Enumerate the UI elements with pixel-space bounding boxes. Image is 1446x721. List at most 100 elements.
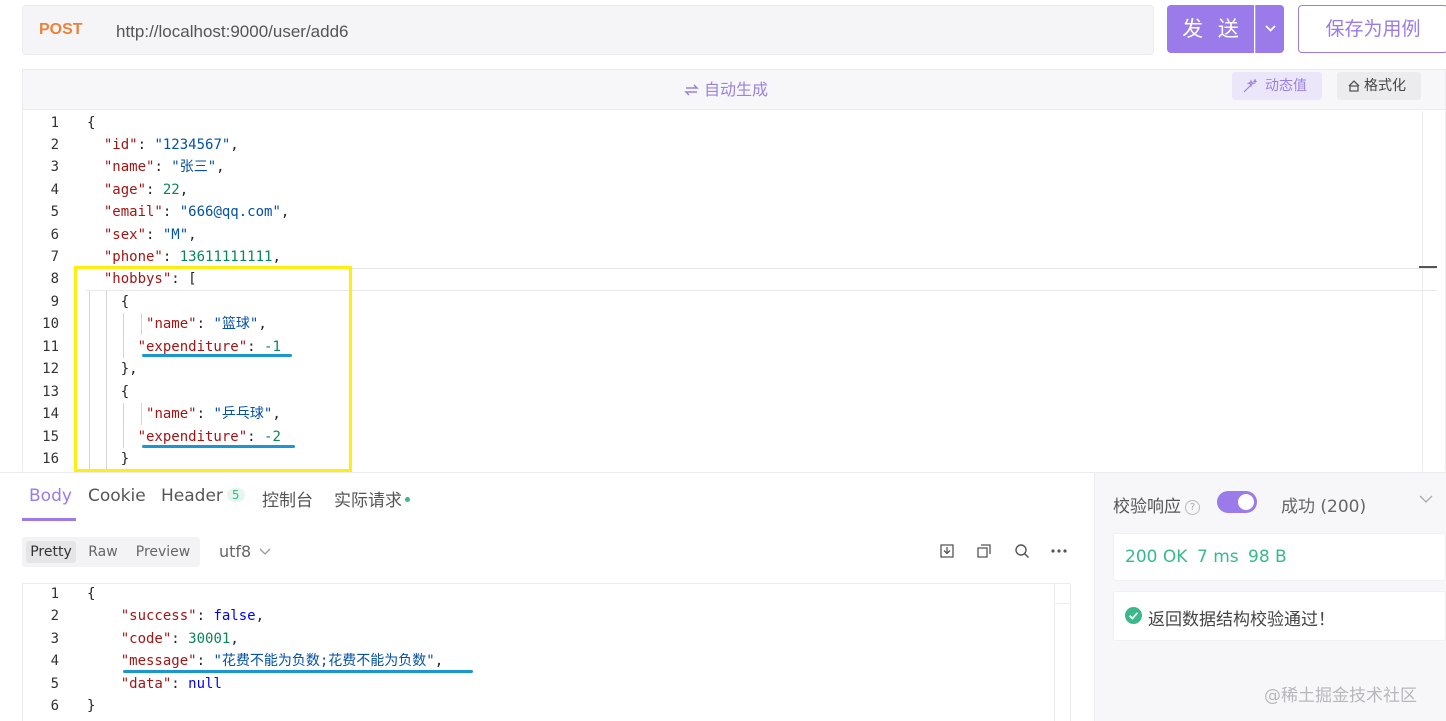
json-value: "张三" (171, 159, 217, 175)
json-key: "sex" (103, 227, 147, 243)
watermark: @稀土掘金技术社区 (1264, 686, 1417, 706)
json-key: "email" (103, 204, 163, 220)
active-tab-indicator (22, 518, 76, 521)
validate-label-text: 校验响应 (1113, 497, 1181, 517)
send-button[interactable]: 发 送 (1167, 5, 1254, 53)
chevron-down-icon (259, 548, 271, 555)
line-number: 3 (50, 631, 59, 647)
tab-actual-request[interactable]: 实际请求 (334, 486, 410, 511)
line-number: 11 (42, 339, 59, 355)
dynamic-value-label: 动态值 (1265, 78, 1307, 94)
send-options-button[interactable] (1255, 5, 1284, 53)
line-number: 9 (50, 294, 59, 310)
status-dot (405, 497, 410, 502)
line-number: 8 (50, 271, 59, 287)
more-icon[interactable] (1051, 549, 1067, 553)
method-select[interactable]: POST (39, 21, 83, 39)
json-key: "data" (120, 676, 172, 692)
format-icon (1348, 80, 1360, 92)
response-code[interactable]: 1{ 2 "success": false, 3 "code": 30001, … (23, 583, 1053, 721)
line-number: 14 (42, 406, 59, 422)
status-code: 200 OK (1125, 547, 1188, 567)
json-key: "success" (120, 608, 197, 624)
expected-status-select[interactable]: 成功 (200) (1281, 492, 1366, 517)
line-number: 3 (50, 159, 59, 175)
chevron-down-icon (1265, 25, 1276, 32)
scrollbar-marker (1419, 266, 1437, 268)
line-number: 4 (50, 653, 59, 669)
json-value: 30001 (188, 631, 231, 647)
line-number: 16 (42, 451, 59, 467)
json-key: "age" (103, 182, 147, 198)
line-number: 6 (50, 698, 59, 714)
editor-scrollbar[interactable] (1422, 111, 1436, 471)
dynamic-value-button[interactable]: 动态值 (1232, 72, 1322, 100)
json-value: "1234567" (154, 137, 231, 153)
annotation-underline (142, 445, 295, 448)
view-pretty[interactable]: Pretty (26, 541, 76, 563)
annotation-underline (123, 670, 473, 673)
json-value: null (188, 676, 222, 692)
tab-cookie[interactable]: Cookie (88, 486, 146, 506)
search-icon[interactable] (1014, 543, 1030, 559)
line-number: 5 (50, 676, 59, 692)
line-number: 12 (42, 361, 59, 377)
tab-header-label: Header (161, 486, 223, 506)
json-value: "M" (162, 227, 189, 243)
line-number: 2 (50, 137, 59, 153)
line-number: 6 (50, 227, 59, 243)
url-bar[interactable]: POST http://localhost:9000/user/add6 (22, 5, 1154, 55)
line-number: 7 (50, 249, 59, 265)
view-raw[interactable]: Raw (80, 541, 126, 563)
json-value: false (213, 608, 256, 624)
json-key: "phone" (103, 249, 163, 265)
response-scrollbar[interactable] (1054, 584, 1070, 721)
view-preview[interactable]: Preview (130, 541, 196, 563)
copy-icon[interactable] (976, 543, 992, 559)
validation-result-text: 返回数据结构校验通过！ (1148, 610, 1335, 630)
save-as-case-button[interactable]: 保存为用例 (1298, 5, 1446, 53)
format-button[interactable]: 格式化 (1337, 72, 1421, 100)
tab-console[interactable]: 控制台 (262, 486, 313, 511)
swap-icon (684, 84, 699, 96)
scrollbar-top (1055, 584, 1070, 604)
format-label: 格式化 (1364, 78, 1406, 94)
json-key: "name" (103, 159, 155, 175)
line-number: 13 (42, 384, 59, 400)
encoding-select[interactable]: utf8 (219, 542, 271, 561)
line-number: 5 (50, 204, 59, 220)
json-value: "花费不能为负数;花费不能为负数" (213, 653, 435, 669)
line-number: 4 (50, 182, 59, 198)
tab-header[interactable]: Header 5 (161, 486, 245, 506)
magic-wand-icon (1243, 79, 1257, 93)
tab-actual-request-label: 实际请求 (334, 491, 402, 511)
line-number: 1 (50, 115, 59, 131)
view-mode-switch: Pretty Raw Preview (22, 537, 200, 567)
annotation-underline (142, 354, 292, 357)
line-number: 2 (50, 608, 59, 624)
header-count-badge: 5 (226, 488, 245, 502)
response-time: 7 ms (1197, 547, 1239, 567)
highlight-box (74, 266, 352, 472)
auto-generate-button[interactable]: 自动生成 (683, 76, 768, 100)
encoding-value: utf8 (219, 542, 252, 561)
json-value: "666@qq.com" (179, 204, 281, 220)
url-input[interactable]: http://localhost:9000/user/add6 (116, 22, 349, 42)
validate-response-label: 校验响应? (1113, 492, 1200, 517)
auto-generate-label: 自动生成 (704, 80, 769, 99)
chevron-down-icon[interactable] (1419, 495, 1433, 504)
check-circle-icon (1125, 607, 1142, 624)
tab-body[interactable]: Body (29, 486, 72, 506)
json-key: "message" (120, 653, 197, 669)
json-value: 22 (162, 182, 180, 198)
line-number: 1 (50, 586, 59, 602)
line-number: 10 (42, 316, 59, 332)
download-icon[interactable] (939, 543, 955, 559)
validate-toggle[interactable] (1217, 491, 1257, 513)
json-key: "id" (103, 137, 138, 153)
json-key: "code" (120, 631, 172, 647)
response-size: 98 B (1248, 547, 1287, 567)
json-value: 13611111111 (179, 249, 273, 265)
line-number: 15 (42, 429, 59, 445)
help-icon[interactable]: ? (1185, 500, 1200, 515)
